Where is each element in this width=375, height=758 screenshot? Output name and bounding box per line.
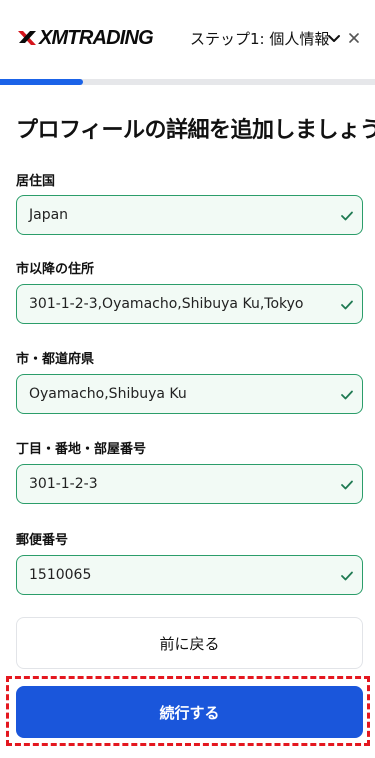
- page-title: プロフィールの詳細を追加しましょう: [16, 118, 375, 143]
- field-label-street: 丁目・番地・部屋番号: [16, 442, 147, 457]
- field-label-address: 市以降の住所: [16, 262, 95, 277]
- country-value: Japan: [29, 207, 69, 223]
- chevron-down-icon[interactable]: [326, 30, 342, 46]
- address-value: 301-1-2-3,Oyamacho,Shibuya Ku,Tokyo: [29, 296, 304, 312]
- address-field[interactable]: 301-1-2-3,Oyamacho,Shibuya Ku,Tokyo: [16, 284, 363, 324]
- logo-text: XMTRADING: [39, 26, 154, 49]
- progress-fill: [0, 79, 83, 85]
- field-label-city: 市・都道府県: [16, 352, 95, 367]
- checkmark-icon: [340, 568, 354, 582]
- back-button[interactable]: 前に戻る: [16, 617, 363, 669]
- city-value: Oyamacho,Shibuya Ku: [29, 386, 187, 402]
- checkmark-icon: [340, 477, 354, 491]
- xm-logo[interactable]: XMTRADING: [16, 26, 154, 50]
- checkmark-icon: [340, 387, 354, 401]
- header: XMTRADING ステップ1: 個人情報: [0, 0, 375, 78]
- close-icon[interactable]: [346, 30, 362, 46]
- step-label: ステップ1: 個人情報: [190, 30, 330, 48]
- progress-bar: [0, 79, 375, 85]
- postal-code-value: 1510065: [29, 567, 92, 583]
- field-label-postal: 郵便番号: [16, 533, 69, 548]
- street-field[interactable]: 301-1-2-3: [16, 464, 363, 504]
- field-label-country: 居住国: [16, 174, 56, 189]
- continue-button[interactable]: 続行する: [16, 686, 363, 738]
- checkmark-icon: [340, 297, 354, 311]
- city-field[interactable]: Oyamacho,Shibuya Ku: [16, 374, 363, 414]
- logo-mark-icon: [16, 27, 38, 49]
- checkmark-icon: [340, 208, 354, 222]
- step-indicator[interactable]: ステップ1: 個人情報: [190, 28, 329, 49]
- country-field[interactable]: Japan: [16, 195, 363, 235]
- postal-code-field[interactable]: 1510065: [16, 555, 363, 595]
- street-value: 301-1-2-3: [29, 476, 98, 492]
